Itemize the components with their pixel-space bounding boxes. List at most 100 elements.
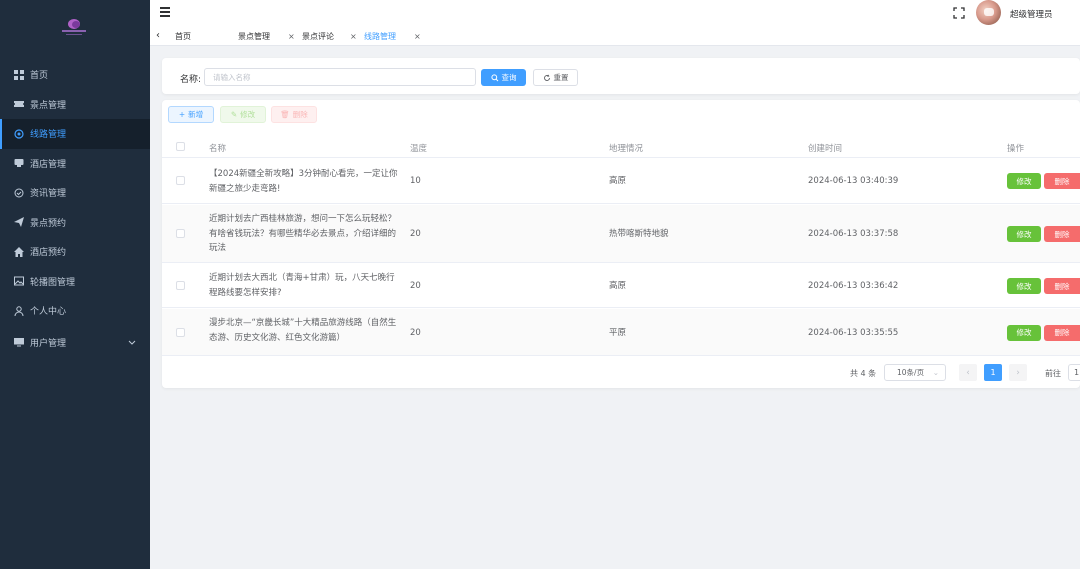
column-header-actions: 操作 [1007,144,1025,154]
sidebar-item-1[interactable]: 景点管理 [0,90,150,120]
row-checkbox[interactable] [176,176,185,185]
row-delete-button[interactable]: 删除 [1044,278,1080,294]
row-checkbox[interactable] [176,229,185,238]
cell-geography: 热带喀斯特地貌 [609,229,669,239]
cell-name: 漫步北京—“京畿长城”十大精品旅游线路（自然生态游、历史文化游、红色文化游篇） [209,318,397,343]
chevron-left-icon[interactable]: ‹ [156,30,160,41]
cell-created: 2024-06-13 03:40:39 [808,176,899,186]
table-row[interactable]: 近期计划去广西桂林旅游，想问一下怎么玩轻松？有啥省钱玩法？有哪些精华必去景点，介… [162,205,1080,263]
plus-icon: + [178,110,186,119]
sidebar-item-label: 景点管理 [30,100,67,111]
cell-temperature: 20 [410,229,421,239]
select-all-checkbox[interactable] [176,142,185,151]
route-icon [14,129,24,139]
sidebar-item-3[interactable]: 酒店管理 [0,149,150,179]
name-search-input[interactable] [204,68,476,86]
cell-temperature: 10 [410,176,421,186]
table-row[interactable]: 漫步北京—“京畿长城”十大精品旅游线路（自然生态游、历史文化游、红色文化游篇） 2… [162,309,1080,356]
search-panel: 名称: 查询 重置 [162,58,1080,94]
sidebar-item-label: 轮播图管理 [30,277,76,288]
cell-created: 2024-06-13 03:36:42 [808,281,899,291]
tag-home[interactable]: 首页 [175,30,191,44]
sidebar-item-label: 酒店管理 [30,159,67,170]
cell-name: 【2024新疆全新攻略】3分钟耐心看完，一定让你新疆之旅少走弯路! [209,169,398,194]
sidebar-item-label: 用户管理 [30,338,67,349]
pagination: 共 4 条 10条/页 ⌄ ‹ 1 › 前往 1 [162,364,1080,382]
chevron-down-icon: ⌄ [932,368,939,377]
trash-icon: 🗑 [280,110,290,119]
fullscreen-icon[interactable] [953,7,965,19]
sidebar-item-2[interactable]: 线路管理 [0,119,150,149]
tag-scenic-manage[interactable]: 景点管理 × [238,30,295,44]
chevron-down-icon [128,339,136,349]
row-edit-button[interactable]: 修改 [1007,278,1041,294]
delete-button[interactable]: 🗑 删除 [271,106,317,123]
goto-page-input[interactable]: 1 [1068,364,1080,381]
sidebar-item-label: 景点预约 [30,218,67,229]
cell-geography: 平原 [609,327,627,338]
sidebar-item-8[interactable]: 个人中心 [0,296,150,326]
table-row[interactable]: 【2024新疆全新攻略】3分钟耐心看完，一定让你新疆之旅少走弯路! 10 高原 202… [162,158,1080,204]
sidebar-item-6[interactable]: 酒店预约 [0,237,150,267]
tag-scenic-comment[interactable]: 景点评论 × [302,30,357,44]
reset-button[interactable]: 重置 [533,69,578,86]
sidebar-item-label: 个人中心 [30,307,67,318]
add-button[interactable]: + 新增 [168,106,214,123]
cell-temperature: 20 [410,281,421,291]
row-edit-button[interactable]: 修改 [1007,324,1041,341]
column-header-temperature[interactable]: 温度 [410,142,427,154]
table-row[interactable]: 近期计划去大西北（青海+甘肃）玩，八天七晚行程路线要怎样安排? 20 高原 2024-… [162,264,1080,308]
close-icon[interactable]: × [350,30,357,44]
close-icon[interactable]: × [414,30,421,44]
sidebar-item-label: 资讯管理 [30,189,67,200]
hamburger-icon[interactable] [160,7,170,17]
row-checkbox[interactable] [176,281,185,290]
cell-created: 2024-06-13 03:37:58 [808,229,899,239]
cell-geography: 高原 [609,281,627,291]
refresh-icon [543,74,550,81]
page-size-select[interactable]: 10条/页 ⌄ [884,364,946,381]
avatar[interactable] [976,0,1001,25]
sidebar-item-7[interactable]: 轮播图管理 [0,267,150,297]
home-icon [14,246,24,257]
news-icon [14,188,24,198]
monitor-icon [14,337,24,347]
row-checkbox[interactable] [176,327,185,337]
ticket-icon [14,99,24,109]
prev-page-button[interactable]: ‹ [959,364,977,381]
cell-name: 近期计划去大西北（青海+甘肃）玩，八天七晚行程路线要怎样安排? [209,273,395,298]
tag-route-manage[interactable]: 线路管理 × [364,30,421,44]
sidebar-item-0[interactable]: 首页 [0,60,150,90]
table-header: 名称 温度 地理情况 创建时间 操作 [162,134,1080,158]
row-delete-button[interactable]: 删除 [1044,324,1080,341]
total-count: 共 4 条 [850,369,877,378]
send-icon [14,217,24,228]
column-header-name[interactable]: 名称 [209,142,226,154]
sidebar-item-4[interactable]: 资讯管理 [0,178,150,208]
row-edit-button[interactable]: 修改 [1007,226,1041,242]
sidebar-item-9[interactable]: 用户管理 [0,328,150,358]
row-delete-button[interactable]: 删除 [1044,173,1080,189]
cell-geography: 高原 [609,176,627,186]
page-number-current[interactable]: 1 [984,364,1002,381]
logo [61,16,87,38]
edit-button[interactable]: ✎ 修改 [220,106,266,123]
close-icon[interactable]: × [288,30,295,44]
query-button[interactable]: 查询 [481,69,526,86]
cell-temperature: 20 [410,327,421,338]
next-page-button[interactable]: › [1009,364,1027,381]
dashboard-icon [14,69,24,80]
table-panel: + 新增 ✎ 修改 🗑 删除 名称 温度 地理情况 创建时间 操作 【2024新… [162,100,1080,388]
goto-label: 前往 [1045,369,1061,378]
row-edit-button[interactable]: 修改 [1007,173,1041,189]
column-header-created[interactable]: 创建时间 [808,142,842,154]
username[interactable]: 超级管理员 [1010,8,1053,20]
sidebar: 首页景点管理线路管理酒店管理资讯管理景点预约酒店预约轮播图管理个人中心用户管理 [0,0,150,569]
sidebar-item-5[interactable]: 景点预约 [0,208,150,238]
row-delete-button[interactable]: 删除 [1044,226,1080,242]
cell-created: 2024-06-13 03:35:55 [808,327,899,338]
sidebar-item-label: 首页 [30,71,49,82]
search-label: 名称: [180,75,202,85]
column-header-geography[interactable]: 地理情况 [609,142,643,154]
search-icon [490,73,498,81]
